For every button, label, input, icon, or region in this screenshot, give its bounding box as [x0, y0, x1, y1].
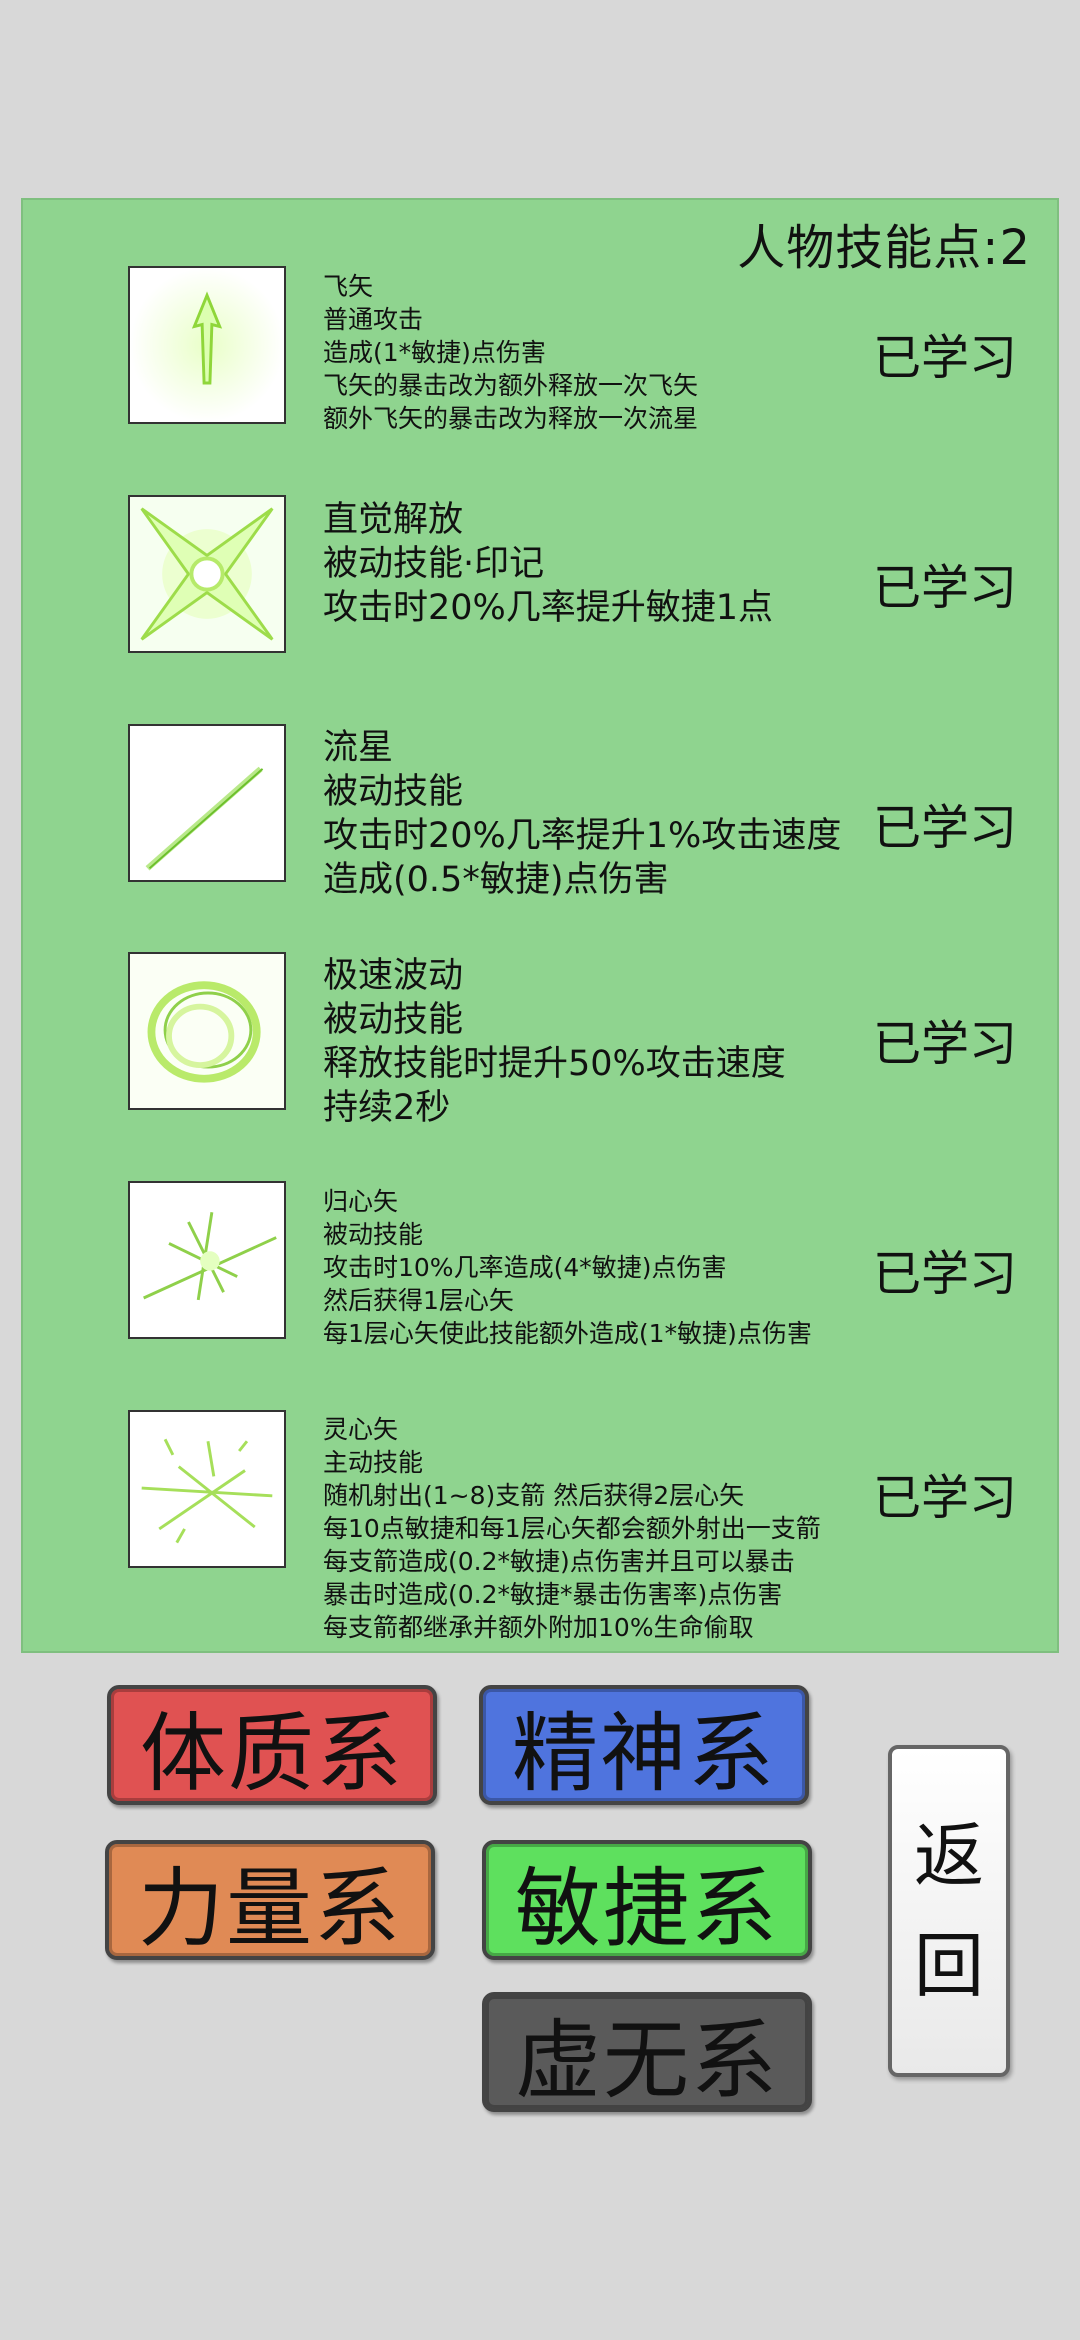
skill-desc: 额外飞矢的暴击改为释放一次流星	[323, 404, 699, 433]
skill-name: 极速波动	[323, 956, 464, 996]
skill-desc: 飞矢的暴击改为额外释放一次飞矢	[323, 371, 699, 400]
void-category-button[interactable]: 虚无系	[482, 1992, 812, 2112]
skill-desc: 攻击时20%几率提升敏捷1点	[323, 588, 774, 628]
skill-desc: 持续2秒	[323, 1088, 451, 1128]
scatter-arrows-icon	[128, 1410, 286, 1568]
skill-desc: 造成(0.5*敏捷)点伤害	[323, 860, 669, 900]
arrow-icon	[128, 266, 286, 424]
spirit-category-button[interactable]: 精神系	[479, 1685, 809, 1805]
skill-points-label: 人物技能点:2	[737, 220, 1031, 276]
back-label-2: 回	[914, 1925, 984, 2007]
skill-type: 被动技能	[323, 772, 464, 812]
skill-desc: 随机射出(1~8)支箭 然后获得2层心矢	[323, 1481, 745, 1510]
learned-status: 已学习	[873, 1470, 1018, 1526]
skill-desc: 释放技能时提升50%攻击速度	[323, 1044, 786, 1084]
skill-desc: 每支箭造成(0.2*敏捷)点伤害并且可以暴击	[323, 1547, 795, 1576]
skill-type: 普通攻击	[323, 305, 424, 334]
skill-name: 直觉解放	[323, 500, 464, 540]
learned-status: 已学习	[873, 1016, 1018, 1072]
skill-desc: 攻击时10%几率造成(4*敏捷)点伤害	[323, 1253, 727, 1282]
learned-status: 已学习	[873, 1246, 1018, 1302]
skill-type: 被动技能	[323, 1220, 424, 1249]
skill-desc: 每1层心矢使此技能额外造成(1*敏捷)点伤害	[323, 1319, 812, 1348]
skill-type: 主动技能	[323, 1448, 424, 1477]
skill-desc: 然后获得1层心矢	[323, 1286, 514, 1315]
learned-status: 已学习	[873, 330, 1018, 386]
constitution-category-button[interactable]: 体质系	[107, 1685, 437, 1805]
agility-category-button[interactable]: 敏捷系	[482, 1840, 812, 1960]
wind-vortex-icon	[128, 952, 286, 1110]
skill-type: 被动技能	[323, 1000, 464, 1040]
back-label-1: 返	[914, 1815, 984, 1897]
skill-desc: 每支箭都继承并额外附加10%生命偷取	[323, 1613, 754, 1642]
skill-panel: 人物技能点:2 飞矢 普通攻击 造成(1*敏捷)点伤害 飞矢的暴击改为额外释放一…	[21, 198, 1059, 1653]
burst-arrows-icon	[128, 1181, 286, 1339]
skill-name: 归心矢	[323, 1187, 399, 1216]
skill-name: 灵心矢	[323, 1415, 399, 1444]
skill-desc: 每10点敏捷和每1层心矢都会额外射出一支箭	[323, 1514, 821, 1543]
skill-type: 被动技能·印记	[323, 544, 545, 584]
skill-name: 流星	[323, 728, 394, 768]
skill-desc: 造成(1*敏捷)点伤害	[323, 338, 546, 367]
skill-desc: 攻击时20%几率提升1%攻击速度	[323, 816, 842, 856]
learned-status: 已学习	[873, 800, 1018, 856]
star-seal-icon	[128, 495, 286, 653]
meteor-streak-icon	[128, 724, 286, 882]
skill-name: 飞矢	[323, 272, 374, 301]
strength-category-button[interactable]: 力量系	[105, 1840, 435, 1960]
skill-desc: 暴击时造成(0.2*敏捷*暴击伤害率)点伤害	[323, 1580, 783, 1609]
back-button[interactable]: 返 回	[888, 1745, 1010, 2077]
learned-status: 已学习	[873, 560, 1018, 616]
